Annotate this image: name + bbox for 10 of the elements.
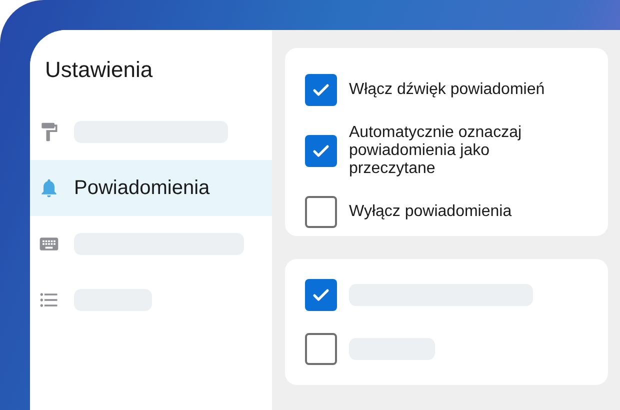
checkbox[interactable] — [305, 279, 337, 311]
sidebar-title: Ustawienia — [44, 56, 154, 84]
sidebar-item[interactable]: Powiadomienia — [30, 160, 272, 216]
option-label: Automatycznie oznaczaj powiadomienia jako przeczytane — [349, 124, 523, 178]
checkbox[interactable] — [305, 196, 337, 228]
checkbox[interactable] — [305, 135, 337, 167]
checkbox[interactable] — [305, 333, 337, 365]
checkbox[interactable] — [305, 74, 337, 106]
option-label: Włącz dźwięk powiadomień — [349, 81, 546, 99]
option-label: Wyłącz powiadomienia — [349, 203, 513, 221]
